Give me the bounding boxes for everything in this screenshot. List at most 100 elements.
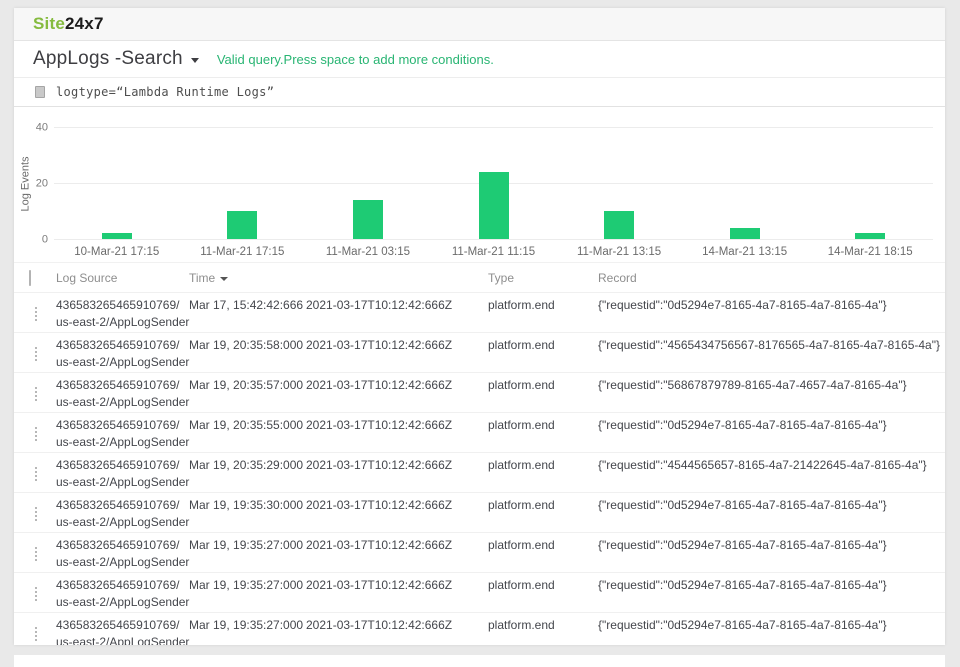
log-source-line2: us-east-2/AppLogSender <box>56 434 189 451</box>
row-menu-icon[interactable] <box>35 427 37 441</box>
log-source-cell: 436583265465910769/ us-east-2/AppLogSend… <box>56 377 189 412</box>
row-menu-icon[interactable] <box>35 507 37 521</box>
row-menu-icon[interactable] <box>35 627 37 641</box>
query-field-icon <box>35 86 45 98</box>
table-row[interactable]: 436583265465910769/ us-east-2/AppLogSend… <box>14 452 945 492</box>
main-panel: Site24x7 AppLogs -Search Valid query.Pre… <box>14 8 945 645</box>
record-cell: {"requestid":"0d5294e7-8165-4a7-8165-4a7… <box>598 617 935 645</box>
row-menu-icon[interactable] <box>35 467 37 481</box>
log-table-body: 436583265465910769/ us-east-2/AppLogSend… <box>14 292 945 645</box>
page-title[interactable]: AppLogs -Search <box>33 48 183 70</box>
chart-bar[interactable] <box>730 228 760 239</box>
log-source-line1: 436583265465910769/ <box>56 457 189 474</box>
log-source-line1: 436583265465910769/ <box>56 377 189 394</box>
chart-x-tick: 11-Mar-21 11:15 <box>431 246 557 258</box>
record-cell: {"requestid":"4544565657-8165-4a7-214226… <box>598 457 935 492</box>
table-row[interactable]: 436583265465910769/ us-east-2/AppLogSend… <box>14 612 945 645</box>
time-cell: Mar 19, 19:35:30:000 <box>189 497 306 532</box>
row-menu-icon[interactable] <box>35 347 37 361</box>
chart-bar[interactable] <box>353 200 383 239</box>
time-cell: Mar 17, 15:42:42:666 <box>189 297 306 332</box>
log-source-line2: us-east-2/AppLogSender <box>56 474 189 491</box>
log-source-line1: 436583265465910769/ <box>56 297 189 314</box>
column-header-record: Record <box>598 271 935 285</box>
next-panel-edge <box>14 655 945 667</box>
chart-gridline <box>54 127 933 128</box>
record-cell: {"requestid":"0d5294e7-8165-4a7-8165-4a7… <box>598 417 935 452</box>
type-cell: platform.end <box>488 457 598 492</box>
record-cell: {"requestid":"4565434756567-8176565-4a7-… <box>598 337 940 372</box>
time-iso-cell: 2021-03-17T10:12:42:666Z <box>306 297 488 332</box>
log-source-line1: 436583265465910769/ <box>56 617 189 634</box>
chart-x-tick: 11-Mar-21 17:15 <box>180 246 306 258</box>
log-source-cell: 436583265465910769/ us-east-2/AppLogSend… <box>56 337 189 372</box>
log-source-cell: 436583265465910769/ us-east-2/AppLogSend… <box>56 537 189 572</box>
chart-bar[interactable] <box>102 233 132 239</box>
log-source-line2: us-east-2/AppLogSender <box>56 594 189 611</box>
chart-plot-area: 02040 <box>54 128 933 240</box>
time-iso-cell: 2021-03-17T10:12:42:666Z <box>306 337 488 372</box>
log-source-line2: us-east-2/AppLogSender <box>56 514 189 531</box>
select-all-checkbox[interactable] <box>29 270 31 286</box>
site24x7-logo: Site24x7 <box>33 14 104 34</box>
time-cell: Mar 19, 19:35:27:000 <box>189 537 306 572</box>
log-source-line1: 436583265465910769/ <box>56 537 189 554</box>
chart-y-tick: 0 <box>22 235 48 246</box>
table-row[interactable]: 436583265465910769/ us-east-2/AppLogSend… <box>14 412 945 452</box>
table-row[interactable]: 436583265465910769/ us-east-2/AppLogSend… <box>14 332 945 372</box>
log-source-cell: 436583265465910769/ us-east-2/AppLogSend… <box>56 417 189 452</box>
row-menu-icon[interactable] <box>35 387 37 401</box>
search-query-bar[interactable]: logtype=“Lambda Runtime Logs” <box>14 77 945 107</box>
chart-x-axis-labels: 10-Mar-21 17:1511-Mar-21 17:1511-Mar-21 … <box>54 246 933 262</box>
chevron-down-icon[interactable] <box>191 58 199 63</box>
sort-desc-icon <box>220 277 228 281</box>
column-header-log-source: Log Source <box>56 271 189 285</box>
table-row[interactable]: 436583265465910769/ us-east-2/AppLogSend… <box>14 292 945 332</box>
chart-x-tick: 14-Mar-21 18:15 <box>807 246 933 258</box>
chart-bar[interactable] <box>855 233 885 239</box>
log-source-line2: us-east-2/AppLogSender <box>56 634 189 645</box>
top-brand-bar: Site24x7 <box>14 8 945 41</box>
type-cell: platform.end <box>488 297 598 332</box>
time-iso-cell: 2021-03-17T10:12:42:666Z <box>306 537 488 572</box>
type-cell: platform.end <box>488 497 598 532</box>
time-cell: Mar 19, 20:35:58:000 <box>189 337 306 372</box>
page-header: AppLogs -Search Valid query.Press space … <box>14 41 945 77</box>
time-iso-cell: 2021-03-17T10:12:42:666Z <box>306 417 488 452</box>
row-menu-icon[interactable] <box>35 547 37 561</box>
row-menu-icon[interactable] <box>35 307 37 321</box>
column-header-type: Type <box>488 271 598 285</box>
log-source-line1: 436583265465910769/ <box>56 417 189 434</box>
chart-bar[interactable] <box>227 211 257 239</box>
log-source-line2: us-east-2/AppLogSender <box>56 394 189 411</box>
record-cell: {"requestid":"56867879789-8165-4a7-4657-… <box>598 377 935 412</box>
table-row[interactable]: 436583265465910769/ us-east-2/AppLogSend… <box>14 572 945 612</box>
column-header-time[interactable]: Time <box>189 271 306 285</box>
chart-x-tick: 11-Mar-21 13:15 <box>556 246 682 258</box>
type-cell: platform.end <box>488 377 598 412</box>
log-events-chart: Log Events 02040 10-Mar-21 17:1511-Mar-2… <box>14 107 945 262</box>
time-iso-cell: 2021-03-17T10:12:42:666Z <box>306 377 488 412</box>
record-cell: {"requestid":"0d5294e7-8165-4a7-8165-4a7… <box>598 577 935 612</box>
query-input[interactable]: logtype=“Lambda Runtime Logs” <box>56 85 274 99</box>
time-iso-cell: 2021-03-17T10:12:42:666Z <box>306 457 488 492</box>
logo-text-primary: Site <box>33 14 65 33</box>
chart-gridline <box>54 239 933 240</box>
time-cell: Mar 19, 20:35:57:000 <box>189 377 306 412</box>
query-status-message: Valid query.Press space to add more cond… <box>217 52 494 67</box>
record-cell: {"requestid":"0d5294e7-8165-4a7-8165-4a7… <box>598 297 935 332</box>
table-row[interactable]: 436583265465910769/ us-east-2/AppLogSend… <box>14 532 945 572</box>
chart-bar[interactable] <box>604 211 634 239</box>
log-source-cell: 436583265465910769/ us-east-2/AppLogSend… <box>56 457 189 492</box>
time-cell: Mar 19, 20:35:29:000 <box>189 457 306 492</box>
chart-x-tick: 11-Mar-21 03:15 <box>305 246 431 258</box>
chart-x-tick: 10-Mar-21 17:15 <box>54 246 180 258</box>
type-cell: platform.end <box>488 577 598 612</box>
logo-text-secondary: 24x7 <box>65 14 104 33</box>
log-source-line1: 436583265465910769/ <box>56 577 189 594</box>
table-row[interactable]: 436583265465910769/ us-east-2/AppLogSend… <box>14 492 945 532</box>
chart-bar[interactable] <box>479 172 509 239</box>
log-source-cell: 436583265465910769/ us-east-2/AppLogSend… <box>56 617 189 645</box>
row-menu-icon[interactable] <box>35 587 37 601</box>
table-row[interactable]: 436583265465910769/ us-east-2/AppLogSend… <box>14 372 945 412</box>
